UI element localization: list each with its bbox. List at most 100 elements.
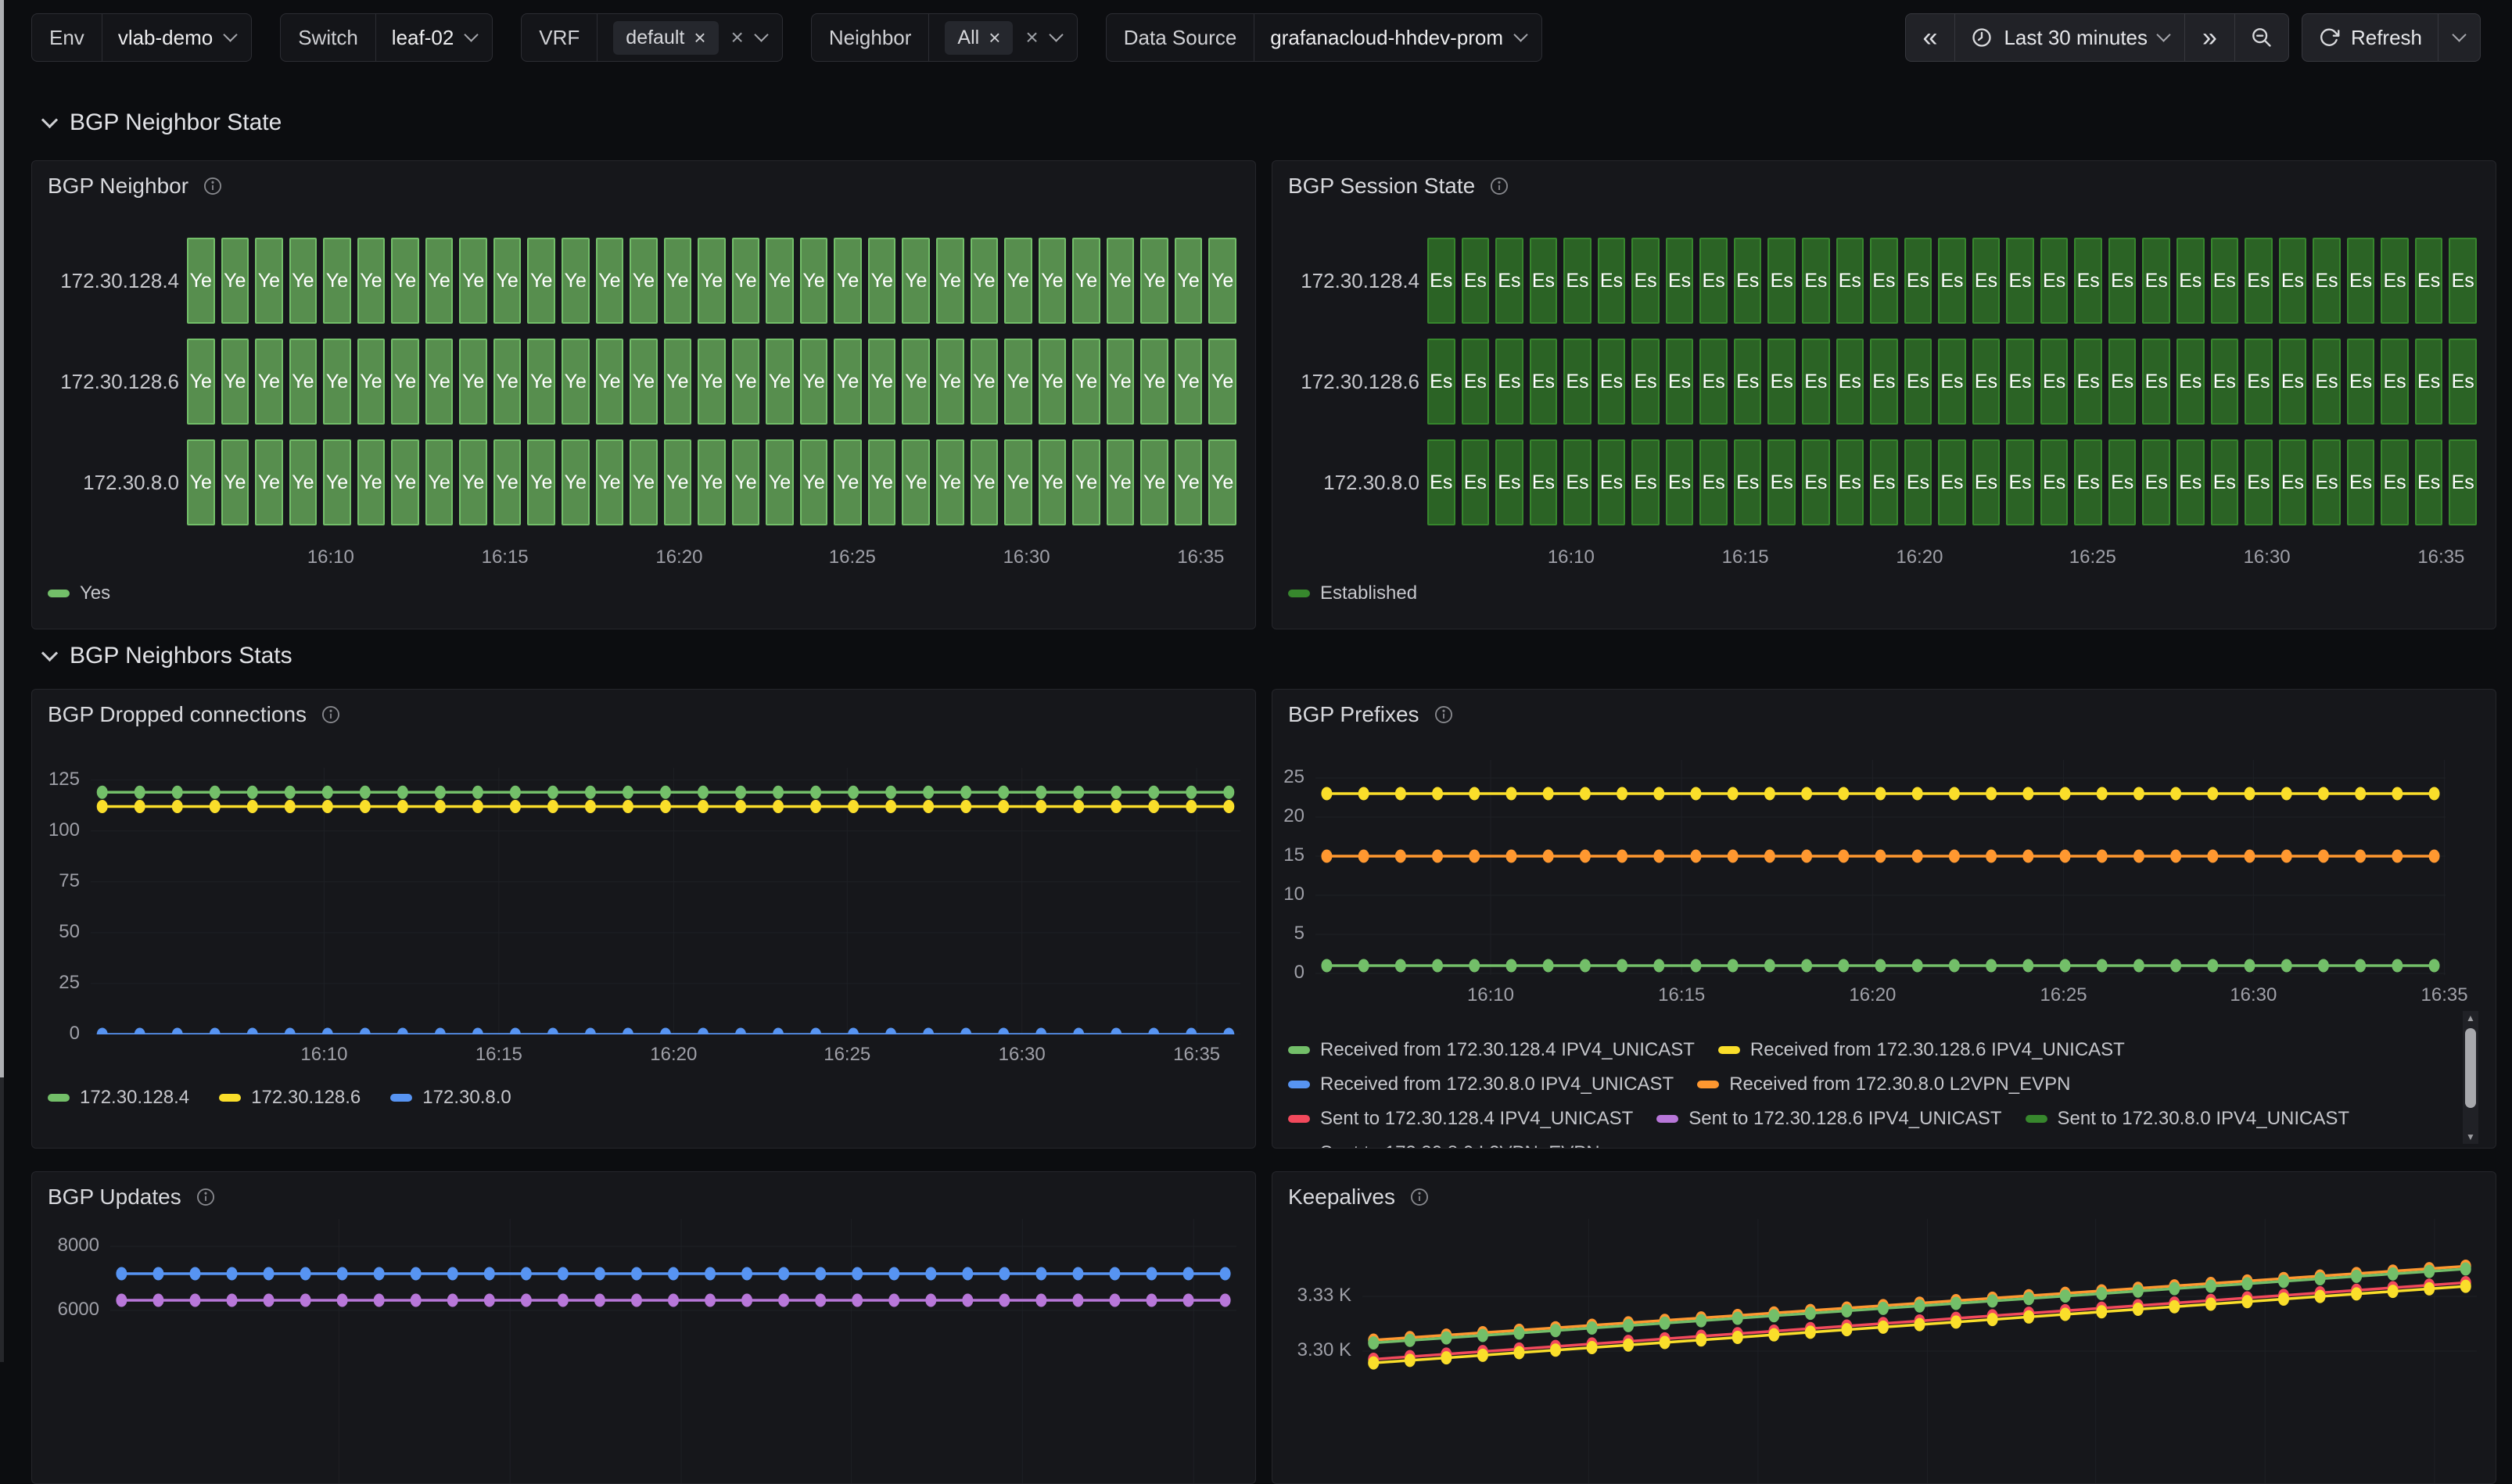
page-scrollbar-thumb[interactable] xyxy=(0,0,4,1077)
legend-item[interactable]: Established xyxy=(1288,582,1417,604)
legend-item[interactable]: Sent to 172.30.128.4 IPV4_UNICAST xyxy=(1288,1108,1633,1130)
scroll-up-icon[interactable]: ▲ xyxy=(2463,1011,2478,1025)
state-cell: Es xyxy=(2449,339,2477,425)
legend-color-pill xyxy=(219,1094,241,1102)
vrf-filter-value[interactable]: default × × xyxy=(597,14,782,61)
time-shift-back-button[interactable]: « xyxy=(1905,13,1956,62)
refresh-interval-button[interactable] xyxy=(2438,13,2481,62)
state-cell: Ye xyxy=(971,238,999,324)
state-cell: Ye xyxy=(323,439,351,525)
panel-title[interactable]: BGP Updates xyxy=(48,1185,181,1210)
clear-filter-icon[interactable]: × xyxy=(731,27,744,48)
state-cell: Es xyxy=(1530,339,1558,425)
state-cell: Es xyxy=(2006,439,2034,525)
info-icon[interactable] xyxy=(203,176,223,196)
line-chart-plot[interactable]: 025507510012516:1016:1516:2016:2516:3016… xyxy=(91,768,1240,1034)
state-cell: Es xyxy=(1699,339,1728,425)
legend-item[interactable]: Sent to 172.30.8.0 L2VPN_EVPN xyxy=(1288,1142,1600,1149)
state-cells-track: EsEsEsEsEsEsEsEsEsEsEsEsEsEsEsEsEsEsEsEs… xyxy=(1427,238,2477,324)
panel-title[interactable]: BGP Session State xyxy=(1288,174,1475,199)
legend-scrollbar-thumb[interactable] xyxy=(2465,1028,2476,1108)
legend-color-pill xyxy=(1288,1046,1310,1054)
line-chart-plot[interactable]: 051015202516:1016:1516:2016:2516:3016:35 xyxy=(1315,760,2446,975)
y-axis-tick-label: 20 xyxy=(1272,805,1304,827)
state-cell: Es xyxy=(2415,238,2443,324)
refresh-button[interactable]: Refresh xyxy=(2302,13,2438,62)
state-timeline[interactable]: 172.30.128.4EsEsEsEsEsEsEsEsEsEsEsEsEsEs… xyxy=(1288,238,2477,604)
zoom-out-button[interactable] xyxy=(2234,13,2289,62)
info-icon[interactable] xyxy=(1409,1187,1430,1207)
legend-item[interactable]: 172.30.128.6 xyxy=(219,1087,361,1109)
state-cell: Ye xyxy=(493,439,522,525)
x-axis-tick-label: 16:15 xyxy=(482,547,529,568)
state-cell: Ye xyxy=(834,439,862,525)
state-cell: Ye xyxy=(936,439,964,525)
time-shift-forward-button[interactable]: » xyxy=(2184,13,2235,62)
state-timeline[interactable]: 172.30.128.4YeYeYeYeYeYeYeYeYeYeYeYeYeYe… xyxy=(48,238,1236,604)
state-cells-track: YeYeYeYeYeYeYeYeYeYeYeYeYeYeYeYeYeYeYeYe… xyxy=(187,439,1236,525)
state-cell: Ye xyxy=(187,439,215,525)
chevron-down-icon xyxy=(2156,27,2170,41)
legend-item[interactable]: Sent to 172.30.128.6 IPV4_UNICAST xyxy=(1656,1108,2001,1130)
y-axis-tick-label: 3.30 K xyxy=(1272,1339,1351,1361)
info-icon[interactable] xyxy=(321,704,341,725)
state-cell: Ye xyxy=(1039,339,1067,425)
state-cell: Ye xyxy=(459,339,487,425)
legend-item[interactable]: Received from 172.30.8.0 IPV4_UNICAST xyxy=(1288,1074,1674,1095)
legend-item[interactable]: Received from 172.30.128.6 IPV4_UNICAST xyxy=(1718,1039,2125,1061)
time-range-picker[interactable]: Last 30 minutes xyxy=(1954,13,2185,62)
env-filter-value[interactable]: vlab-demo xyxy=(102,14,251,61)
legend-item[interactable]: Received from 172.30.128.4 IPV4_UNICAST xyxy=(1288,1039,1695,1061)
legend-item[interactable]: 172.30.8.0 xyxy=(390,1087,511,1109)
state-row: 172.30.128.4YeYeYeYeYeYeYeYeYeYeYeYeYeYe… xyxy=(48,238,1236,324)
info-icon[interactable] xyxy=(1489,176,1509,196)
scroll-down-icon[interactable]: ▼ xyxy=(2463,1130,2478,1144)
state-cell: Ye xyxy=(936,339,964,425)
state-cell: Es xyxy=(1427,339,1455,425)
state-cell: Es xyxy=(2313,238,2341,324)
section-bgp-neighbors-stats[interactable]: BGP Neighbors Stats xyxy=(44,643,292,669)
info-icon[interactable] xyxy=(196,1187,216,1207)
state-cell: Ye xyxy=(1004,439,1032,525)
remove-tag-icon[interactable]: × xyxy=(694,27,705,48)
panel-title[interactable]: BGP Neighbor xyxy=(48,174,188,199)
panel-title[interactable]: BGP Prefixes xyxy=(1288,702,1419,727)
switch-filter-value[interactable]: leaf-02 xyxy=(376,14,493,61)
panel-title[interactable]: Keepalives xyxy=(1288,1185,1395,1210)
state-cell: Es xyxy=(2142,238,2170,324)
legend-color-pill xyxy=(1656,1115,1678,1123)
legend-label: Sent to 172.30.128.6 IPV4_UNICAST xyxy=(1688,1108,2001,1130)
state-cell: Es xyxy=(2142,339,2170,425)
legend-item[interactable]: Received from 172.30.8.0 L2VPN_EVPN xyxy=(1697,1074,2070,1095)
neighbor-filter-value[interactable]: All × × xyxy=(929,14,1076,61)
line-chart-plot[interactable]: 8000600016:1016:1516:2016:2516:3016:35 xyxy=(110,1219,1236,1484)
legend-item[interactable]: Yes xyxy=(48,582,110,604)
neighbor-tag[interactable]: All × xyxy=(945,21,1013,55)
line-chart-plot[interactable]: 3.33 K3.30 K16:1016:1516:2016:2516:3016:… xyxy=(1362,1219,2477,1484)
state-cell: Ye xyxy=(1175,339,1203,425)
legend-item[interactable]: Sent to 172.30.8.0 IPV4_UNICAST xyxy=(2026,1108,2350,1130)
panel-title[interactable]: BGP Dropped connections xyxy=(48,702,307,727)
legend-scrollbar-track[interactable]: ▲ ▼ xyxy=(2463,1011,2478,1144)
legend-color-pill xyxy=(1288,1115,1310,1123)
time-controls: « Last 30 minutes » Refresh xyxy=(1905,13,2481,62)
x-axis-tick-label: 16:30 xyxy=(1003,547,1050,568)
state-cell: Ye xyxy=(902,439,930,525)
remove-tag-icon[interactable]: × xyxy=(989,27,1000,48)
vrf-tag[interactable]: default × xyxy=(613,21,718,55)
clock-icon xyxy=(1971,27,1993,48)
state-cell: Ye xyxy=(1107,238,1135,324)
state-cell: Es xyxy=(1802,339,1830,425)
section-bgp-neighbor-state[interactable]: BGP Neighbor State xyxy=(44,109,282,136)
datasource-filter-value[interactable]: grafanacloud-hhdev-prom xyxy=(1254,14,1541,61)
state-cell: Ye xyxy=(630,439,658,525)
state-cell: Ye xyxy=(459,439,487,525)
page-scrollbar-track[interactable] xyxy=(0,0,4,1362)
state-cell: Es xyxy=(1870,238,1898,324)
clear-filter-icon[interactable]: × xyxy=(1025,27,1038,48)
info-icon[interactable] xyxy=(1434,704,1454,725)
legend-item[interactable]: 172.30.128.4 xyxy=(48,1087,189,1109)
state-cell: Ye xyxy=(493,339,522,425)
legend-color-pill xyxy=(1718,1046,1740,1054)
state-cell: Ye xyxy=(596,339,624,425)
